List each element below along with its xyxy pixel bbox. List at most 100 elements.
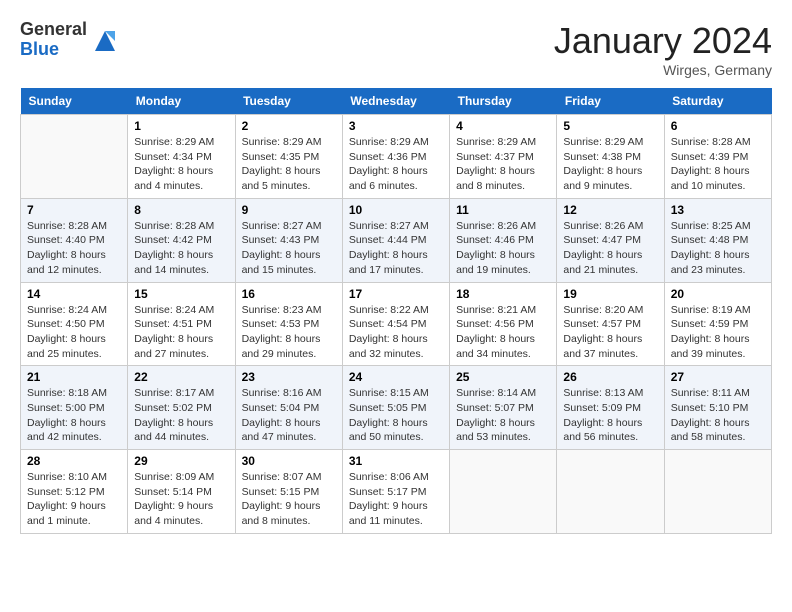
calendar-week-row: 21 Sunrise: 8:18 AMSunset: 5:00 PMDayligh… [21, 366, 772, 450]
page-header: General Blue January 2024 Wirges, German… [20, 20, 772, 78]
day-number: 25 [456, 370, 550, 384]
calendar-cell: 13Sunrise: 8:25 AMSunset: 4:48 PMDayligh… [664, 198, 771, 282]
day-number: 2 [242, 119, 336, 133]
day-info: Sunrise: 8:27 AMSunset: 4:44 PMDaylight:… [349, 219, 443, 278]
day-header-wednesday: Wednesday [342, 88, 449, 115]
day-number: 17 [349, 287, 443, 301]
day-info: Sunrise: 8:21 AMSunset: 4:56 PMDaylight:… [456, 303, 550, 362]
logo-blue-text: Blue [20, 40, 87, 60]
day-number: 18 [456, 287, 550, 301]
day-number: 12 [563, 203, 657, 217]
day-number: 21 [27, 370, 121, 384]
day-number: 11 [456, 203, 550, 217]
day-info: Sunrise: 8:13 AMSunset: 5:09 PMDaylight:… [563, 386, 657, 445]
day-number: 16 [242, 287, 336, 301]
calendar-cell: 26Sunrise: 8:13 AMSunset: 5:09 PMDayligh… [557, 366, 664, 450]
day-info: Sunrise: 8:19 AMSunset: 4:59 PMDaylight:… [671, 303, 765, 362]
calendar-cell: 2Sunrise: 8:29 AMSunset: 4:35 PMDaylight… [235, 115, 342, 199]
day-header-saturday: Saturday [664, 88, 771, 115]
calendar-cell: 29 Sunrise: 8:09 AMSunset: 5:14 PMDayligh… [128, 450, 235, 534]
calendar-cell: 7 Sunrise: 8:28 AMSunset: 4:40 PMDaylight… [21, 198, 128, 282]
calendar-cell: 16 Sunrise: 8:23 AMSunset: 4:53 PMDayligh… [235, 282, 342, 366]
day-info: Sunrise: 8:16 AMSunset: 5:04 PMDaylight:… [242, 386, 336, 445]
calendar-cell: 18 Sunrise: 8:21 AMSunset: 4:56 PMDayligh… [450, 282, 557, 366]
calendar-week-row: 7 Sunrise: 8:28 AMSunset: 4:40 PMDaylight… [21, 198, 772, 282]
calendar-cell: 4 Sunrise: 8:29 AMSunset: 4:37 PMDaylight… [450, 115, 557, 199]
calendar-cell: 3Sunrise: 8:29 AMSunset: 4:36 PMDaylight… [342, 115, 449, 199]
day-info: Sunrise: 8:18 AMSunset: 5:00 PMDaylight:… [27, 386, 121, 445]
day-info: Sunrise: 8:23 AMSunset: 4:53 PMDaylight:… [242, 303, 336, 362]
day-number: 14 [27, 287, 121, 301]
logo-general-text: General [20, 20, 87, 40]
day-number: 29 [134, 454, 228, 468]
day-header-thursday: Thursday [450, 88, 557, 115]
day-info: Sunrise: 8:11 AMSunset: 5:10 PMDaylight:… [671, 386, 765, 445]
title-block: January 2024 Wirges, Germany [554, 20, 772, 78]
day-info: Sunrise: 8:14 AMSunset: 5:07 PMDaylight:… [456, 386, 550, 445]
calendar-cell: 21 Sunrise: 8:18 AMSunset: 5:00 PMDayligh… [21, 366, 128, 450]
day-number: 30 [242, 454, 336, 468]
day-info: Sunrise: 8:29 AMSunset: 4:37 PMDaylight:… [456, 135, 550, 194]
calendar-week-row: 28Sunrise: 8:10 AMSunset: 5:12 PMDayligh… [21, 450, 772, 534]
day-info: Sunrise: 8:28 AMSunset: 4:39 PMDaylight:… [671, 135, 765, 194]
day-info: Sunrise: 8:22 AMSunset: 4:54 PMDaylight:… [349, 303, 443, 362]
logo: General Blue [20, 20, 119, 60]
calendar-cell: 12 Sunrise: 8:26 AMSunset: 4:47 PMDayligh… [557, 198, 664, 282]
day-number: 7 [27, 203, 121, 217]
day-number: 5 [563, 119, 657, 133]
days-header-row: SundayMondayTuesdayWednesdayThursdayFrid… [21, 88, 772, 115]
day-number: 6 [671, 119, 765, 133]
calendar-cell: 24 Sunrise: 8:15 AMSunset: 5:05 PMDayligh… [342, 366, 449, 450]
day-header-sunday: Sunday [21, 88, 128, 115]
day-info: Sunrise: 8:07 AMSunset: 5:15 PMDaylight:… [242, 470, 336, 529]
day-info: Sunrise: 8:24 AMSunset: 4:50 PMDaylight:… [27, 303, 121, 362]
calendar-cell: 11Sunrise: 8:26 AMSunset: 4:46 PMDayligh… [450, 198, 557, 282]
day-info: Sunrise: 8:09 AMSunset: 5:14 PMDaylight:… [134, 470, 228, 529]
day-info: Sunrise: 8:28 AMSunset: 4:40 PMDaylight:… [27, 219, 121, 278]
day-number: 28 [27, 454, 121, 468]
calendar-cell [557, 450, 664, 534]
day-info: Sunrise: 8:15 AMSunset: 5:05 PMDaylight:… [349, 386, 443, 445]
calendar-cell: 25 Sunrise: 8:14 AMSunset: 5:07 PMDayligh… [450, 366, 557, 450]
calendar-cell: 8Sunrise: 8:28 AMSunset: 4:42 PMDaylight… [128, 198, 235, 282]
calendar-cell: 27Sunrise: 8:11 AMSunset: 5:10 PMDayligh… [664, 366, 771, 450]
day-info: Sunrise: 8:20 AMSunset: 4:57 PMDaylight:… [563, 303, 657, 362]
day-info: Sunrise: 8:26 AMSunset: 4:47 PMDaylight:… [563, 219, 657, 278]
day-info: Sunrise: 8:06 AMSunset: 5:17 PMDaylight:… [349, 470, 443, 529]
day-header-monday: Monday [128, 88, 235, 115]
day-info: Sunrise: 8:27 AMSunset: 4:43 PMDaylight:… [242, 219, 336, 278]
calendar-week-row: 14 Sunrise: 8:24 AMSunset: 4:50 PMDayligh… [21, 282, 772, 366]
calendar-cell: 19 Sunrise: 8:20 AMSunset: 4:57 PMDayligh… [557, 282, 664, 366]
day-info: Sunrise: 8:24 AMSunset: 4:51 PMDaylight:… [134, 303, 228, 362]
day-info: Sunrise: 8:28 AMSunset: 4:42 PMDaylight:… [134, 219, 228, 278]
calendar-week-row: 1Sunrise: 8:29 AMSunset: 4:34 PMDaylight… [21, 115, 772, 199]
day-info: Sunrise: 8:25 AMSunset: 4:48 PMDaylight:… [671, 219, 765, 278]
day-number: 4 [456, 119, 550, 133]
day-number: 23 [242, 370, 336, 384]
calendar-cell [664, 450, 771, 534]
day-number: 31 [349, 454, 443, 468]
day-number: 15 [134, 287, 228, 301]
day-header-tuesday: Tuesday [235, 88, 342, 115]
day-info: Sunrise: 8:29 AMSunset: 4:38 PMDaylight:… [563, 135, 657, 194]
calendar-cell: 20Sunrise: 8:19 AMSunset: 4:59 PMDayligh… [664, 282, 771, 366]
day-info: Sunrise: 8:29 AMSunset: 4:36 PMDaylight:… [349, 135, 443, 194]
calendar-cell: 23 Sunrise: 8:16 AMSunset: 5:04 PMDayligh… [235, 366, 342, 450]
calendar-cell: 30 Sunrise: 8:07 AMSunset: 5:15 PMDayligh… [235, 450, 342, 534]
month-title: January 2024 [554, 20, 772, 62]
calendar-cell [21, 115, 128, 199]
calendar-cell: 17 Sunrise: 8:22 AMSunset: 4:54 PMDayligh… [342, 282, 449, 366]
day-number: 19 [563, 287, 657, 301]
day-number: 10 [349, 203, 443, 217]
calendar-table: SundayMondayTuesdayWednesdayThursdayFrid… [20, 88, 772, 534]
calendar-cell: 28Sunrise: 8:10 AMSunset: 5:12 PMDayligh… [21, 450, 128, 534]
day-info: Sunrise: 8:17 AMSunset: 5:02 PMDaylight:… [134, 386, 228, 445]
location: Wirges, Germany [554, 62, 772, 78]
day-number: 22 [134, 370, 228, 384]
logo-icon [91, 27, 119, 55]
day-header-friday: Friday [557, 88, 664, 115]
day-number: 1 [134, 119, 228, 133]
calendar-cell: 15 Sunrise: 8:24 AMSunset: 4:51 PMDayligh… [128, 282, 235, 366]
calendar-cell: 10 Sunrise: 8:27 AMSunset: 4:44 PMDayligh… [342, 198, 449, 282]
day-number: 24 [349, 370, 443, 384]
